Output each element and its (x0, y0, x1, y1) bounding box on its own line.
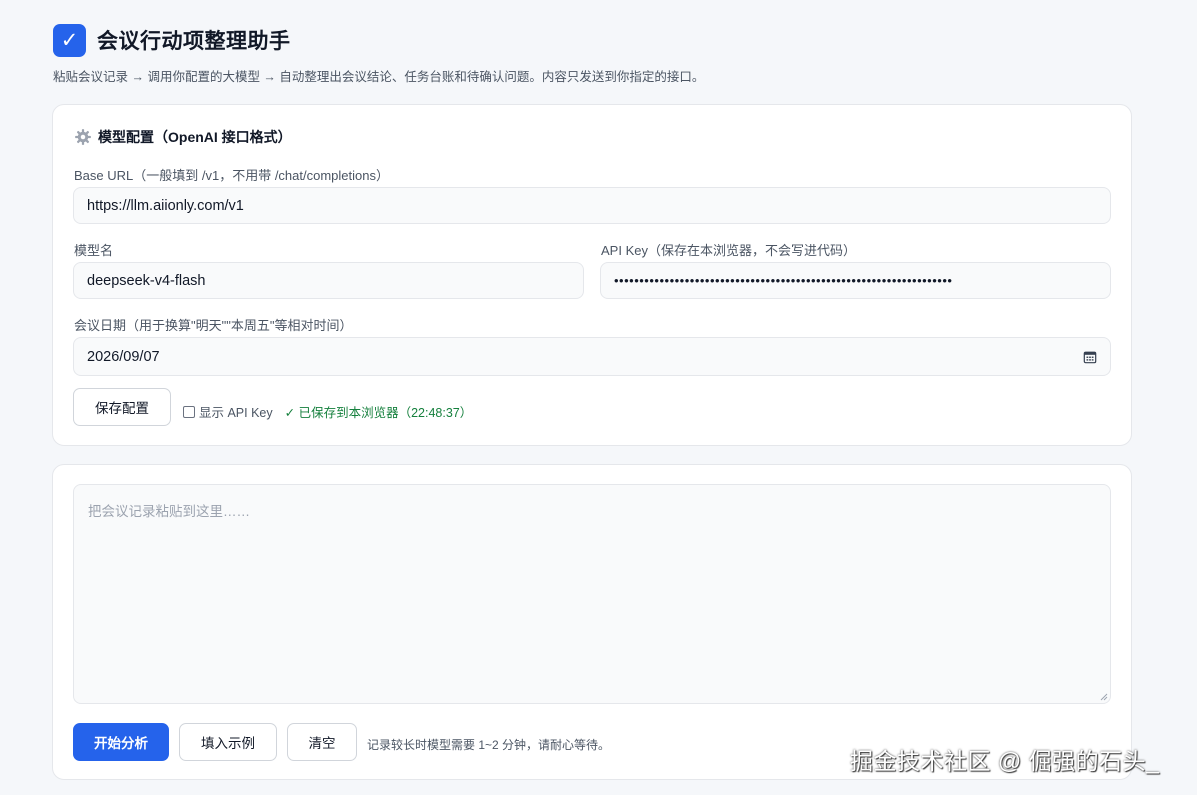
fill-example-button[interactable]: 填入示例 (179, 723, 277, 761)
base-url-value: https://llm.aiionly.com/v1 (87, 197, 244, 214)
textarea-placeholder: 把会议记录粘贴到这里…… (88, 504, 250, 519)
show-api-key-label[interactable]: 显示 API Key (199, 402, 273, 421)
show-api-key-toggle[interactable]: 显示 API Key ✓ 已保存到本浏览器（22:48:37） (183, 402, 472, 421)
api-key-input[interactable]: ••••••••••••••••••••••••••••••••••••••••… (600, 262, 1111, 299)
app-title: 会议行动项整理助手 (97, 30, 291, 53)
config-section-title-text: 模型配置（OpenAI 接口格式） (98, 129, 292, 145)
meeting-date-value: 2026/09/07 (87, 348, 160, 365)
save-config-button[interactable]: 保存配置 (73, 388, 171, 426)
header: ✓ 会议行动项整理助手 粘贴会议记录 → 调用你配置的大模型 → 自动整理出会议… (53, 0, 1144, 85)
title-row: ✓ 会议行动项整理助手 (53, 22, 1144, 58)
analysis-hint: 记录较长时模型需要 1~2 分钟，请耐心等待。 (367, 738, 611, 752)
api-key-label: API Key（保存在本浏览器，不会写进代码） (601, 243, 856, 258)
meeting-date-input[interactable]: 2026/09/07 (73, 337, 1111, 376)
model-name-value: deepseek-v4-flash (87, 272, 206, 289)
show-api-key-checkbox[interactable] (183, 405, 195, 418)
clear-button[interactable]: 清空 (287, 723, 357, 761)
start-analysis-button[interactable]: 开始分析 (73, 723, 169, 761)
config-section-title: 模型配置（OpenAI 接口格式） (74, 127, 292, 147)
meeting-date-label: 会议日期（用于换算"明天""本周五"等相对时间） (74, 318, 353, 333)
page: ✓ 会议行动项整理助手 粘贴会议记录 → 调用你配置的大模型 → 自动整理出会议… (0, 0, 1197, 795)
resize-handle-icon[interactable] (1100, 693, 1108, 701)
base-url-input[interactable]: https://llm.aiionly.com/v1 (73, 187, 1111, 224)
app-logo-checkmark-icon: ✓ (53, 23, 86, 57)
watermark: 掘金技术社区 @ 倔强的石头_ (850, 748, 1160, 774)
api-key-masked-value: ••••••••••••••••••••••••••••••••••••••••… (614, 273, 953, 288)
meeting-notes-textarea[interactable]: 把会议记录粘贴到这里…… (73, 484, 1111, 704)
calendar-icon[interactable] (1083, 350, 1097, 364)
meeting-notes-card: 把会议记录粘贴到这里…… 开始分析 填入示例 清空 记录较长时模型需要 1~2 … (52, 464, 1132, 780)
model-name-label: 模型名 (74, 243, 114, 258)
base-url-label: Base URL（一般填到 /v1，不用带 /chat/completions） (74, 168, 389, 183)
app-subtitle: 粘贴会议记录 → 调用你配置的大模型 → 自动整理出会议结论、任务台账和待确认问… (53, 70, 705, 84)
model-name-input[interactable]: deepseek-v4-flash (73, 262, 584, 299)
model-config-card: 模型配置（OpenAI 接口格式） Base URL（一般填到 /v1，不用带 … (52, 104, 1132, 446)
saved-status: ✓ 已保存到本浏览器（22:48:37） (284, 406, 473, 420)
gear-icon (75, 129, 91, 145)
